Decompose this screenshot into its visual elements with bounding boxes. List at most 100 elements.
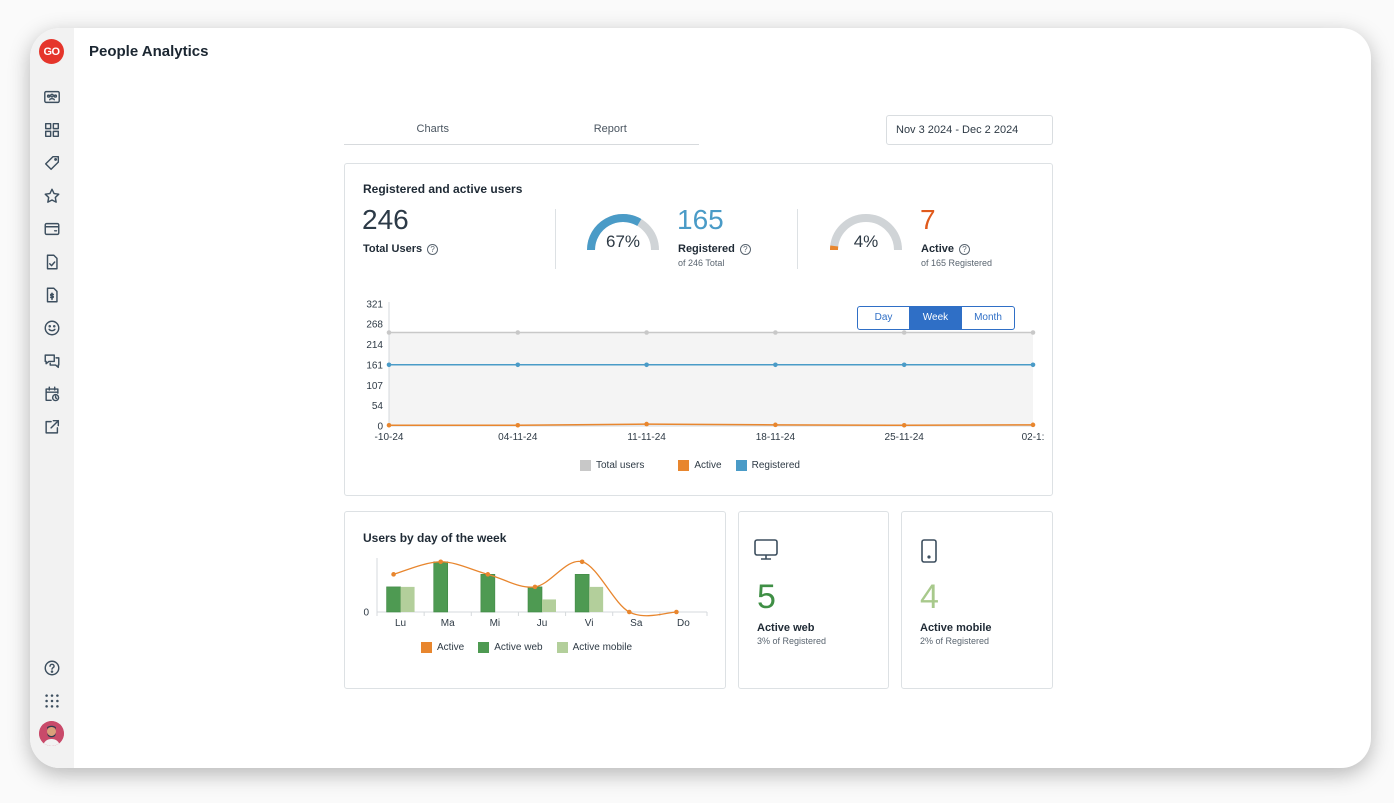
- wallet-icon: [44, 222, 60, 236]
- active-line-point[interactable]: [644, 421, 649, 427]
- active-point[interactable]: [579, 559, 585, 565]
- active-line-point[interactable]: [1030, 422, 1036, 428]
- registered-line-point[interactable]: [1030, 362, 1036, 368]
- period-day-button[interactable]: Day: [858, 307, 910, 329]
- registered-line-point[interactable]: [386, 362, 392, 368]
- document-check-icon: [46, 254, 58, 270]
- registered-line-point[interactable]: [773, 362, 778, 368]
- active-web-bar[interactable]: [527, 586, 543, 613]
- registered-sub: of 246 Total: [678, 258, 725, 268]
- legend-active[interactable]: Active: [421, 642, 464, 653]
- period-toggle: Day Week Month: [857, 306, 1015, 330]
- active-point[interactable]: [532, 584, 538, 590]
- sidebar-item-expenses[interactable]: [42, 285, 62, 305]
- active-line-point[interactable]: [386, 422, 392, 428]
- help-icon[interactable]: ?: [739, 243, 751, 255]
- active-mobile-bar[interactable]: [589, 586, 604, 612]
- tab-report[interactable]: Report: [522, 114, 700, 144]
- legend-swatch: [678, 460, 690, 471]
- sidebar-item-wallet[interactable]: [42, 219, 62, 239]
- users-by-day-chart: 0 Lu Ma Mi Ju Vi Sa Do: [363, 558, 708, 629]
- date-range-picker[interactable]: Nov 3 2024 - Dec 2 2024: [886, 115, 1053, 145]
- sidebar-item-apps[interactable]: [42, 691, 62, 711]
- y-tick-label: 321: [366, 300, 383, 311]
- legend-active[interactable]: Active: [678, 460, 722, 471]
- sidebar-item-schedule[interactable]: [42, 384, 62, 404]
- active-label: Active ?: [921, 243, 971, 255]
- total-users-line-point[interactable]: [644, 330, 649, 335]
- registered-line-point[interactable]: [515, 362, 521, 368]
- legend-label: Active mobile: [572, 642, 633, 653]
- app-logo[interactable]: GO: [39, 39, 64, 64]
- grid-icon: [44, 122, 60, 138]
- sidebar-item-team[interactable]: [42, 87, 62, 107]
- legend-active-mobile[interactable]: Active mobile: [556, 642, 633, 653]
- x-tick-label: Ju: [537, 618, 548, 629]
- registered-line-point[interactable]: [644, 362, 649, 368]
- total-users-line-point[interactable]: [386, 330, 392, 335]
- registered-line-point[interactable]: [901, 362, 907, 368]
- active-web-bar[interactable]: [433, 561, 449, 613]
- tab-charts[interactable]: Charts: [344, 114, 522, 144]
- total-users-label: Total Users ?: [363, 243, 439, 255]
- active-web-label: Active web: [757, 622, 815, 634]
- active-mobile-bar[interactable]: [542, 599, 556, 612]
- active-line-point[interactable]: [901, 422, 907, 428]
- active-line-point[interactable]: [515, 422, 521, 428]
- sidebar-item-mood[interactable]: [42, 318, 62, 338]
- monitor-icon: [753, 538, 779, 567]
- active-web-bar[interactable]: [574, 574, 590, 613]
- total-users-line-point[interactable]: [901, 330, 907, 335]
- registered-gauge-percent: 67%: [605, 232, 641, 251]
- registered-value: 165: [677, 204, 724, 235]
- active-point[interactable]: [485, 572, 491, 577]
- legend-swatch: [556, 642, 568, 653]
- active-mobile-label: Active mobile: [920, 622, 992, 634]
- active-point[interactable]: [391, 572, 396, 577]
- y-tick-label: 0: [363, 608, 369, 619]
- legend-active-web[interactable]: Active web: [478, 642, 543, 653]
- active-point[interactable]: [674, 609, 679, 615]
- legend-swatch: [580, 460, 591, 471]
- x-tick-label: Vi: [585, 618, 594, 629]
- help-icon[interactable]: ?: [427, 243, 439, 255]
- sidebar-item-tags[interactable]: [42, 153, 62, 173]
- divider: [797, 209, 798, 269]
- tag-icon: [44, 155, 60, 171]
- total-users-line-point[interactable]: [515, 330, 521, 335]
- external-link-icon: [45, 419, 60, 434]
- active-web-bar[interactable]: [386, 586, 401, 613]
- legend-registered[interactable]: Registered: [735, 460, 800, 471]
- sidebar-item-external[interactable]: [42, 417, 62, 437]
- legend-total-users[interactable]: Total users: [580, 460, 644, 471]
- period-month-button[interactable]: Month: [962, 307, 1014, 329]
- legend-label: Active: [437, 642, 465, 653]
- active-point[interactable]: [438, 559, 444, 565]
- active-web-sub: 3% of Registered: [757, 636, 827, 646]
- active-web-value: 5: [757, 578, 776, 616]
- sidebar-item-help[interactable]: [42, 658, 62, 678]
- x-tick-label: 11-11-24: [627, 432, 666, 443]
- legend-swatch: [478, 642, 490, 653]
- sidebar-item-dashboard[interactable]: [42, 120, 62, 140]
- users-by-day-card: Users by day of the week 0 Lu Ma Mi Ju Vi Sa Do…: [344, 511, 726, 689]
- sidebar-item-chat[interactable]: [42, 351, 62, 371]
- user-avatar[interactable]: [39, 721, 64, 746]
- divider: [555, 209, 556, 269]
- legend-swatch: [735, 460, 747, 471]
- active-web-bar[interactable]: [480, 574, 496, 613]
- help-icon[interactable]: ?: [959, 243, 971, 255]
- active-line-point[interactable]: [773, 422, 778, 428]
- total-users-line-point[interactable]: [1030, 330, 1036, 335]
- help-icon: [44, 660, 60, 676]
- sidebar-item-favorites[interactable]: [42, 186, 62, 206]
- x-tick-label: 25-11-24: [885, 432, 925, 443]
- sidebar: GO: [30, 28, 74, 768]
- x-tick-label: Lu: [395, 618, 406, 629]
- period-week-button[interactable]: Week: [910, 307, 962, 329]
- active-point[interactable]: [626, 609, 632, 615]
- active-mobile-bar[interactable]: [400, 586, 415, 612]
- registered-active-card: Registered and active users 246 Total Us…: [344, 163, 1053, 496]
- total-users-line-point[interactable]: [773, 330, 778, 335]
- sidebar-item-approvals[interactable]: [42, 252, 62, 272]
